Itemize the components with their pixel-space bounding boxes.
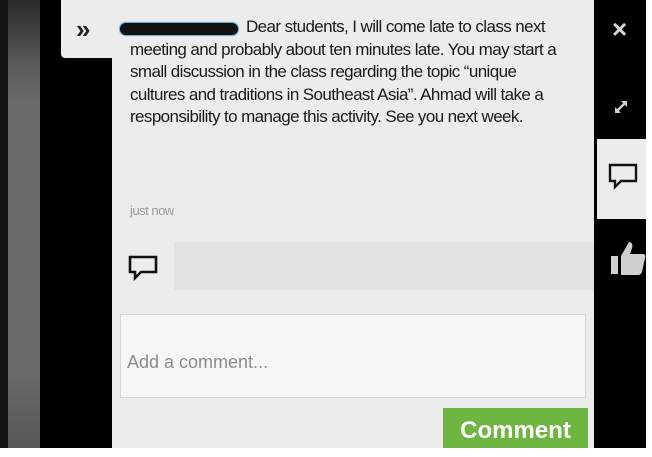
comment-input-box[interactable] <box>120 314 586 398</box>
right-border <box>646 0 652 457</box>
right-toolbar <box>594 0 646 448</box>
comment-submit-button[interactable]: Comment <box>443 408 588 453</box>
post-message: Dear students, I will come late to class… <box>130 17 557 127</box>
left-edge <box>0 0 8 457</box>
background-image-strip <box>8 0 40 457</box>
speech-bubble-icon[interactable] <box>128 255 158 281</box>
comment-input[interactable] <box>121 315 585 397</box>
tab-bar <box>174 242 594 290</box>
close-icon[interactable]: × <box>612 15 627 43</box>
post-timestamp: just now <box>130 203 174 218</box>
expand-icon[interactable] <box>613 99 629 115</box>
bottom-border <box>0 448 652 457</box>
thumbs-up-icon[interactable] <box>609 238 646 278</box>
double-chevron-right-icon[interactable]: » <box>76 16 91 42</box>
speech-bubble-icon[interactable] <box>608 163 638 191</box>
